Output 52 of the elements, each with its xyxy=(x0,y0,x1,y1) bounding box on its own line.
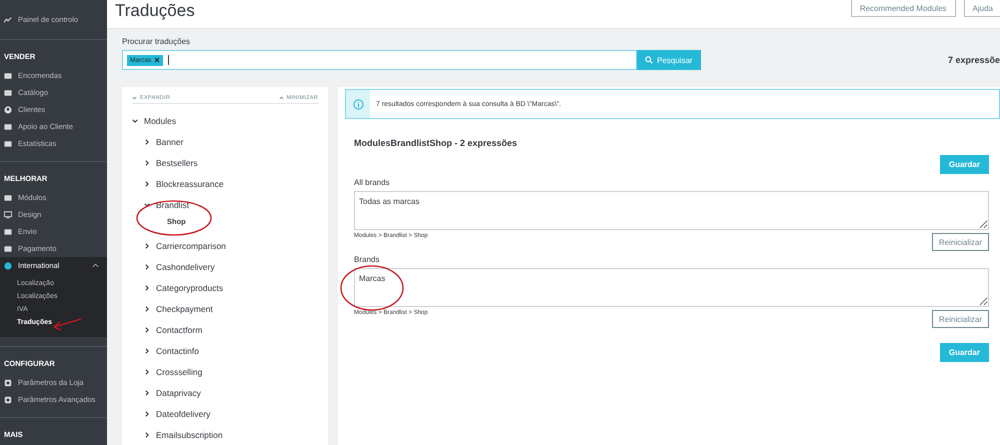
search-label: Procurar traduções xyxy=(122,37,192,46)
tree-item[interactable]: Carriercomparison xyxy=(144,235,318,256)
chevron-right-icon xyxy=(144,368,150,374)
chevron-right-icon xyxy=(144,138,150,144)
tree-item[interactable]: Brandlist xyxy=(144,194,318,215)
tree-item[interactable]: Banner xyxy=(144,131,318,152)
field-label: All brands xyxy=(354,178,391,187)
translation-field[interactable]: Todas as marcas xyxy=(354,191,989,230)
chevron-right-icon xyxy=(144,242,150,248)
header-button[interactable]: Ajuda xyxy=(964,0,1000,17)
tree-item[interactable]: Crossselling xyxy=(144,361,318,382)
reset-button[interactable]: Reinicializar xyxy=(932,233,989,251)
info-icon xyxy=(352,98,364,110)
tree-item[interactable]: Bestsellers xyxy=(144,152,318,173)
chevron-down-icon xyxy=(144,202,150,208)
chevron-right-icon xyxy=(144,326,150,332)
chevron-right-icon xyxy=(144,284,150,290)
close-icon[interactable] xyxy=(154,57,160,63)
monitor-icon xyxy=(4,210,12,218)
tree-item[interactable]: Categoryproducts xyxy=(144,277,318,298)
tree-item[interactable]: Dataprivacy xyxy=(144,382,318,403)
chevron-right-icon xyxy=(144,180,150,186)
field-label: Brands xyxy=(354,255,380,264)
chevron-right-icon xyxy=(144,390,150,396)
annotation-arrow xyxy=(52,318,82,332)
chevron-right-icon xyxy=(144,264,150,270)
chevron-right-icon xyxy=(144,306,150,312)
globe-icon xyxy=(4,262,12,270)
tree-item[interactable]: Blockreassurance xyxy=(144,173,318,194)
page-title: Traduções xyxy=(114,0,196,22)
tree-item[interactable]: Contactform xyxy=(144,319,318,340)
tree-item[interactable]: Dateofdelivery xyxy=(144,403,318,424)
gear-icon xyxy=(4,378,12,386)
chevron-right-icon xyxy=(144,348,150,354)
chart-icon xyxy=(4,16,12,24)
chevron-down-icon xyxy=(132,118,138,124)
translation-field[interactable]: Marcas xyxy=(354,268,989,307)
tree-item[interactable]: Emailsubscription xyxy=(144,424,318,445)
tree-item[interactable]: Checkpayment xyxy=(144,298,318,319)
results-count: 7 expressõe xyxy=(948,55,1000,65)
reset-button[interactable]: Reinicializar xyxy=(932,310,989,328)
chevron-right-icon xyxy=(144,410,150,416)
chevron-up-icon xyxy=(278,96,284,100)
header-button[interactable]: Recommended Modules xyxy=(850,0,956,17)
search-icon xyxy=(645,56,653,64)
chevron-right-icon xyxy=(144,160,150,166)
chevron-right-icon xyxy=(144,432,150,438)
section-heading: ModulesBrandlistShop - 2 expressões xyxy=(354,138,518,148)
tree-item[interactable]: Modules xyxy=(132,110,318,131)
tree-item[interactable]: Cashondelivery xyxy=(144,256,318,277)
chevron-down-icon xyxy=(132,96,137,100)
tree-item[interactable]: Contactinfo xyxy=(144,340,318,361)
